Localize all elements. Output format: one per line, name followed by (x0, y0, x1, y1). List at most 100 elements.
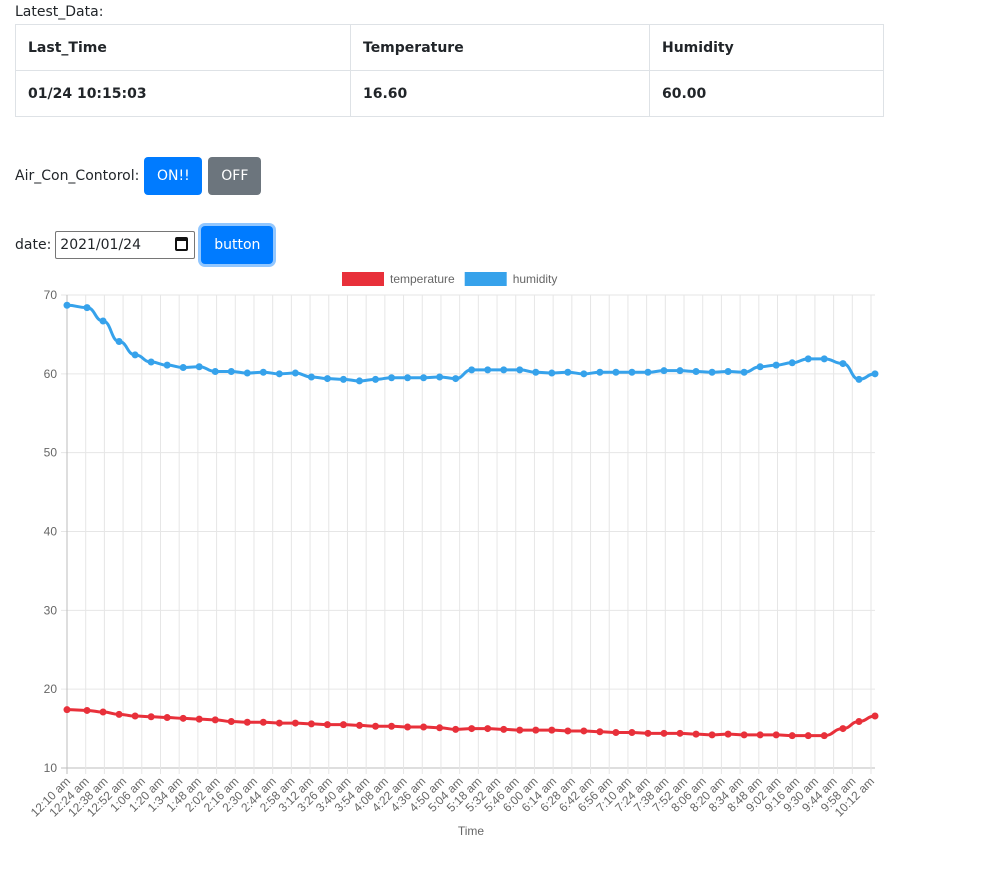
temperature-point (452, 725, 460, 733)
temperature-point (404, 723, 412, 731)
humidity-point (83, 304, 91, 312)
temperature-point (468, 725, 476, 733)
humidity-point (500, 366, 508, 374)
temperature-point (820, 732, 828, 740)
humidity-point (179, 364, 187, 372)
humidity-point (63, 301, 71, 309)
latest-data-title: Latest_Data: (15, 4, 104, 20)
y-tick-label: 40 (44, 525, 58, 539)
humidity-point (612, 368, 620, 376)
humidity-point (871, 370, 879, 378)
y-tick-label: 10 (44, 761, 58, 775)
y-tick-label: 20 (44, 682, 58, 696)
humidity-point (147, 358, 155, 366)
temperature-point (676, 729, 684, 737)
humidity-point (839, 360, 847, 368)
humidity-point (484, 366, 492, 374)
temperature-point (740, 731, 748, 739)
humidity-point (676, 367, 684, 375)
temperature-point (388, 722, 396, 730)
legend-label-temperature: temperature (390, 272, 455, 286)
latest-data-table: Last_Time Temperature Humidity 01/24 10:… (15, 24, 884, 117)
temperature-point (323, 721, 331, 729)
temperature-point (355, 721, 363, 729)
temperature-point (291, 719, 299, 727)
submit-date-button[interactable]: button (201, 226, 274, 264)
humidity-point (564, 368, 572, 376)
humidity-point (452, 375, 460, 383)
humidity-point (372, 375, 380, 383)
legend-swatch-humidity (464, 272, 507, 286)
date-label: date: (15, 237, 52, 253)
humidity-point (420, 374, 428, 382)
aircon-on-button[interactable]: ON!! (144, 157, 203, 195)
y-tick-label: 30 (44, 603, 58, 617)
temperature-point (179, 714, 187, 722)
humidity-point (355, 377, 363, 385)
temperature-point (372, 722, 380, 730)
cell-temperature: 16.60 (350, 70, 650, 117)
humidity-point (275, 370, 283, 378)
temperature-point (724, 730, 732, 738)
humidity-point (195, 363, 203, 371)
temperature-point (227, 717, 235, 725)
humidity-point (628, 368, 636, 376)
humidity-point (323, 375, 331, 383)
temperature-point (548, 726, 556, 734)
legend-swatch-temperature (342, 272, 384, 286)
temperature-point (243, 718, 251, 726)
table-row: 01/24 10:15:03 16.60 60.00 (15, 70, 884, 117)
temperature-point (516, 726, 524, 734)
temperature-point (307, 720, 315, 728)
temperature-point (628, 729, 636, 737)
humidity-point (740, 368, 748, 376)
line-chart: temperature humidity 1020304050607012:10 … (28, 272, 879, 838)
temperature-point (131, 712, 139, 720)
humidity-point (855, 375, 863, 383)
x-axis-title: Time (458, 824, 485, 838)
header-humidity: Humidity (649, 24, 884, 71)
humidity-point (388, 374, 396, 382)
humidity-point (692, 367, 700, 375)
humidity-point (708, 368, 716, 376)
temperature-point (804, 732, 812, 740)
calendar-icon[interactable] (175, 237, 189, 251)
aircon-label: Air_Con_Contorol: (15, 168, 140, 184)
humidity-point (468, 366, 476, 374)
humidity-point (804, 355, 812, 363)
humidity-point (516, 366, 524, 374)
temperature-point (275, 719, 283, 727)
header-temperature: Temperature (350, 24, 650, 71)
table-header-row: Last_Time Temperature Humidity (15, 24, 884, 71)
aircon-off-button[interactable]: OFF (208, 157, 262, 195)
temperature-point (484, 725, 492, 733)
temperature-point (564, 727, 572, 735)
y-tick-label: 50 (44, 446, 58, 460)
humidity-point (115, 338, 123, 346)
chart-series (63, 301, 879, 740)
temperature-point (436, 724, 444, 732)
humidity-point (99, 317, 107, 325)
humidity-point (580, 370, 588, 378)
humidity-point (227, 367, 235, 375)
temperature-point (532, 726, 540, 734)
temperature-point (839, 725, 847, 733)
humidity-point (436, 373, 444, 381)
temperature-point (83, 706, 91, 714)
temperature-point (339, 721, 347, 729)
humidity-point (772, 361, 780, 369)
humidity-point (163, 361, 171, 369)
temperature-point (420, 723, 428, 731)
temperature-point (871, 712, 879, 720)
temperature-point (692, 730, 700, 738)
y-tick-label: 60 (44, 367, 58, 381)
humidity-point (259, 368, 267, 376)
temperature-point (115, 710, 123, 718)
chart-axes: 1020304050607012:10 am12:24 am12:38 am12… (28, 288, 877, 820)
humidity-point (788, 359, 796, 367)
temperature-point (788, 732, 796, 740)
temperature-point (708, 731, 716, 739)
humidity-point (243, 369, 251, 377)
date-input[interactable]: 2021/01/24 (55, 231, 196, 259)
humidity-point (532, 368, 540, 376)
